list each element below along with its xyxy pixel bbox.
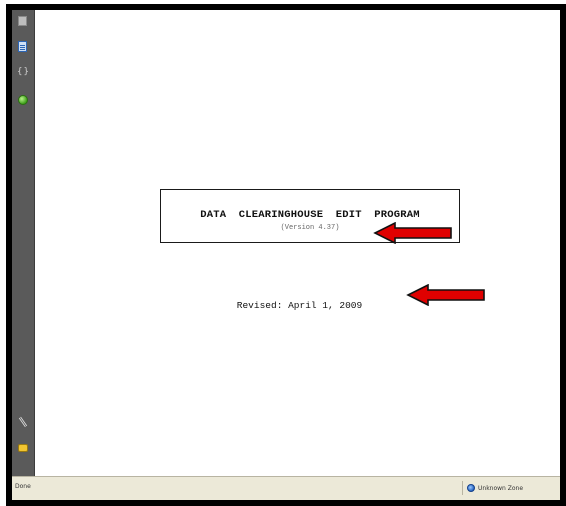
pair-icon[interactable]: { } xyxy=(16,65,29,78)
globe-icon xyxy=(467,484,475,492)
red-arrow-annotation xyxy=(373,222,452,244)
status-bar: Done Unknown Zone xyxy=(12,476,560,500)
document-icon[interactable] xyxy=(16,40,29,53)
security-zone[interactable]: Unknown Zone xyxy=(462,481,554,495)
navigation-sidebar: { } ∥ xyxy=(12,10,35,476)
paperclip-icon[interactable]: ∥ xyxy=(16,415,29,429)
document-title: DATA CLEARINGHOUSE EDIT PROGRAM xyxy=(200,209,420,221)
green-circle-icon[interactable] xyxy=(16,93,29,106)
zone-label: Unknown Zone xyxy=(478,484,524,492)
comment-icon[interactable] xyxy=(16,441,29,454)
status-text: Done xyxy=(15,483,31,490)
document-page: DATA CLEARINGHOUSE EDIT PROGRAM (Version… xyxy=(35,10,560,476)
screenshot-frame: { } ∥ DATA CLEARINGHOUSE EDIT PROGRAM (V… xyxy=(6,4,566,506)
page-icon[interactable] xyxy=(16,14,29,27)
red-arrow-annotation xyxy=(406,284,485,306)
